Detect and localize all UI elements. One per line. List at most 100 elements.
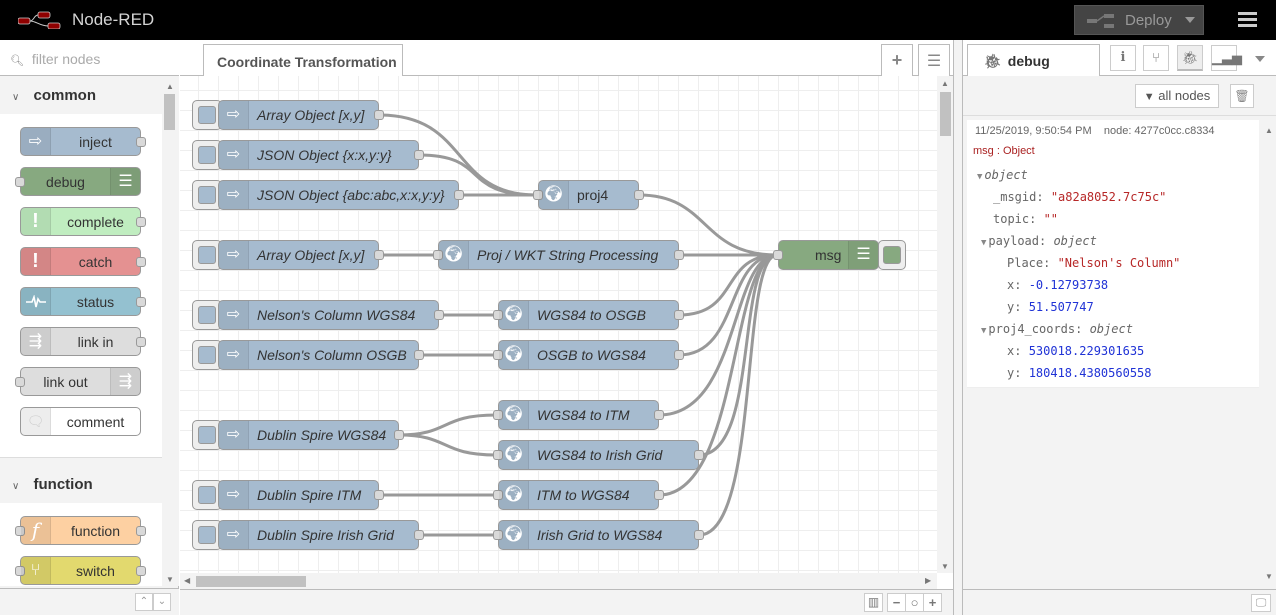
- output-port[interactable]: [454, 190, 464, 200]
- flow-node-proj4[interactable]: 🌍︎ WGS84 to Irish Grid: [493, 440, 704, 470]
- scroll-up-icon[interactable]: ▲: [166, 82, 174, 91]
- palette-category-common[interactable]: ∨ common: [0, 76, 179, 114]
- expand-triangle-icon[interactable]: ▼: [981, 238, 986, 248]
- flow-node-proj4[interactable]: 🌍︎ ITM to WGS84: [493, 480, 664, 510]
- scrollbar-thumb[interactable]: [164, 94, 175, 130]
- deploy-dropdown-icon[interactable]: [1185, 17, 1195, 23]
- flow-node-inject[interactable]: ⇨ Nelson's Column WGS84: [218, 300, 444, 330]
- palette-category-function[interactable]: ∨ function: [0, 465, 179, 503]
- scroll-up-icon[interactable]: ▲: [1265, 126, 1273, 135]
- zoom-reset-button[interactable]: ○: [905, 593, 924, 612]
- debug-toggle-button[interactable]: [878, 240, 906, 270]
- palette-node-debug[interactable]: debug ☰: [15, 167, 141, 196]
- scroll-down-icon[interactable]: ▼: [941, 562, 949, 571]
- flow-node-inject[interactable]: ⇨ JSON Object {x:x,y:y}: [218, 140, 424, 170]
- flow-node-inject[interactable]: ⇨ Dublin Spire WGS84: [218, 420, 404, 450]
- zoom-in-button[interactable]: +: [923, 593, 942, 612]
- palette-node-inject[interactable]: ⇨ inject: [20, 127, 146, 156]
- output-port[interactable]: [374, 110, 384, 120]
- info-tab-button[interactable]: i: [1110, 45, 1136, 71]
- message-node-id[interactable]: node: 4277c0cc.c8334: [1104, 125, 1215, 137]
- scroll-down-icon[interactable]: ▼: [1265, 572, 1273, 581]
- palette-node-switch[interactable]: ⑂ switch: [15, 556, 146, 585]
- changes-tab-button[interactable]: ⑂: [1143, 45, 1169, 71]
- sidebar-resize-handle[interactable]: [953, 40, 962, 615]
- flow-node-proj4[interactable]: 🌍︎ WGS84 to OSGB: [493, 300, 684, 330]
- flow-node-proj4[interactable]: 🌍︎ Irish Grid to WGS84: [493, 520, 704, 550]
- scroll-left-icon[interactable]: ◀: [184, 576, 190, 585]
- flow-node-inject[interactable]: ⇨ Nelson's Column OSGB: [218, 340, 424, 370]
- list-flows-button[interactable]: ☰: [918, 44, 950, 76]
- palette-node-link-out[interactable]: link out ⇶: [15, 367, 141, 396]
- scrollbar-thumb[interactable]: [940, 92, 951, 136]
- expand-all-button[interactable]: ⌄: [153, 593, 171, 611]
- dashboard-tab-button[interactable]: ▁▃▅: [1211, 45, 1242, 71]
- output-port[interactable]: [414, 150, 424, 160]
- flow-node-inject[interactable]: ⇨ JSON Object {abc:abc,x:x,y:y}: [218, 180, 464, 210]
- flow-node-debug[interactable]: msg ☰: [773, 240, 879, 270]
- palette-node-complete[interactable]: ! complete: [20, 207, 146, 236]
- output-port[interactable]: [374, 490, 384, 500]
- bar-chart-icon: ▁▃▅: [1212, 50, 1242, 65]
- input-port[interactable]: [773, 250, 783, 260]
- palette-node-status[interactable]: status: [20, 287, 146, 316]
- flow-node-inject[interactable]: ⇨ Dublin Spire Irish Grid: [218, 520, 424, 550]
- open-debug-window-button[interactable]: 🖵︎: [1251, 594, 1271, 612]
- expand-triangle-icon[interactable]: ▼: [981, 326, 986, 336]
- output-port[interactable]: [414, 350, 424, 360]
- tree-row-proj4-coords[interactable]: ▼ proj4_coords: object: [981, 322, 1133, 336]
- flow-canvas[interactable]: ⇨ Array Object [x,y] ⇨ JSON Object {x:x,…: [180, 76, 937, 573]
- debug-scrollbar[interactable]: ▲ ▼: [1260, 120, 1276, 585]
- scroll-up-icon[interactable]: ▲: [941, 79, 949, 88]
- canvas-vertical-scrollbar[interactable]: ▲ ▼: [937, 76, 953, 573]
- output-port[interactable]: [634, 190, 644, 200]
- flow-node-inject[interactable]: ⇨ Array Object [x,y]: [218, 100, 384, 130]
- flow-node-proj4[interactable]: 🌍︎ WGS84 to ITM: [493, 400, 664, 430]
- flow-node-proj4[interactable]: 🌍︎ proj4: [533, 180, 644, 210]
- output-port: [136, 137, 146, 147]
- deploy-button[interactable]: Deploy: [1074, 5, 1204, 35]
- sidebar-tab-debug[interactable]: 🐞︎ debug: [967, 44, 1100, 77]
- flow-node-proj4[interactable]: 🌍︎ OSGB to WGS84: [493, 340, 684, 370]
- output-port[interactable]: [654, 490, 664, 500]
- output-port[interactable]: [434, 310, 444, 320]
- tree-row-payload[interactable]: ▼ payload: object: [981, 234, 1097, 248]
- palette-node-catch[interactable]: ! catch: [20, 247, 146, 276]
- flow-node-inject[interactable]: ⇨ Dublin Spire ITM: [218, 480, 384, 510]
- tree-root[interactable]: ▼ object: [977, 168, 1028, 182]
- scroll-right-icon[interactable]: ▶: [925, 576, 931, 585]
- collapse-all-button[interactable]: ⌃: [135, 593, 153, 611]
- clear-messages-button[interactable]: 🗑︎: [1230, 84, 1254, 108]
- filter-nodes-input[interactable]: 🔍︎ filter nodes: [0, 40, 179, 76]
- output-port[interactable]: [694, 530, 704, 540]
- output-port[interactable]: [674, 350, 684, 360]
- flow-node-inject[interactable]: ⇨ Array Object [x,y]: [218, 240, 384, 270]
- navigator-button[interactable]: ▥: [864, 593, 883, 612]
- debug-tab-button[interactable]: 🐞︎: [1177, 45, 1203, 71]
- zoom-out-button[interactable]: −: [887, 593, 906, 612]
- main-menu-button[interactable]: [1238, 12, 1257, 30]
- palette-scrollbar[interactable]: ▲ ▼: [162, 80, 179, 586]
- output-port[interactable]: [414, 530, 424, 540]
- output-port[interactable]: [694, 450, 704, 460]
- canvas-horizontal-scrollbar[interactable]: ◀ ▶: [180, 573, 937, 589]
- scrollbar-thumb[interactable]: [196, 576, 306, 587]
- add-flow-button[interactable]: +: [881, 44, 913, 76]
- wire: [398, 413, 497, 437]
- expand-triangle-icon[interactable]: ▼: [977, 172, 982, 182]
- output-port[interactable]: [374, 250, 384, 260]
- list-icon: ☰: [848, 241, 878, 269]
- tab-coordinate-transformation[interactable]: Coordinate Transformation: [203, 44, 403, 77]
- output-port[interactable]: [654, 410, 664, 420]
- output-port[interactable]: [674, 250, 684, 260]
- palette-node-comment[interactable]: 🗨︎ comment: [20, 407, 141, 436]
- key: x: [1007, 278, 1015, 292]
- output-port[interactable]: [394, 430, 404, 440]
- palette-node-link-in[interactable]: ⇶ link in: [20, 327, 146, 356]
- more-tabs-icon[interactable]: [1255, 56, 1265, 62]
- flow-node-proj4[interactable]: 🌍︎ Proj / WKT String Processing: [433, 240, 684, 270]
- palette-node-function[interactable]: f function: [15, 516, 146, 545]
- output-port[interactable]: [674, 310, 684, 320]
- scroll-down-icon[interactable]: ▼: [166, 575, 174, 584]
- filter-all-nodes-button[interactable]: ▼ all nodes: [1135, 84, 1219, 108]
